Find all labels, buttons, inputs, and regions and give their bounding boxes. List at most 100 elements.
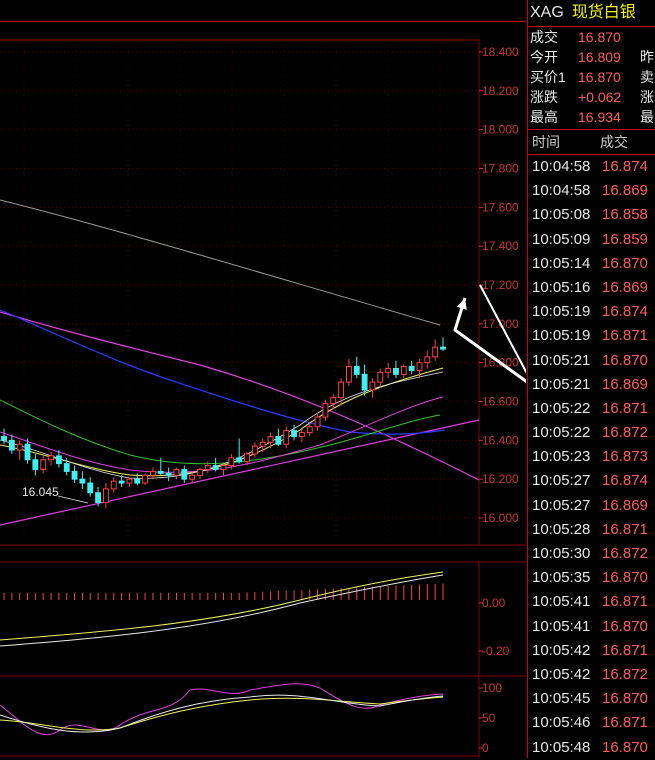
candle-body — [197, 468, 203, 476]
tick-row[interactable]: 10:05:27 16.874 — [528, 469, 655, 493]
candle-body — [118, 480, 125, 484]
candle-body — [236, 457, 243, 463]
tick-time: 10:05:09 — [532, 230, 591, 248]
tick-time: 10:05:21 — [532, 351, 591, 369]
quote-value: 16.934 — [578, 109, 621, 125]
tick-time: 10:05:45 — [532, 690, 591, 708]
tick-row[interactable]: 10:05:45 16.870 — [528, 687, 655, 711]
ma-gray-line — [0, 199, 441, 326]
ticks-header: 时间 成交 — [528, 130, 655, 155]
tick-price: 16.870 — [602, 569, 648, 587]
tick-time: 10:05:35 — [532, 569, 591, 587]
candle-body — [165, 472, 172, 476]
quote-row: 最高 16.934 最 — [528, 107, 655, 127]
tick-row[interactable]: 10:05:22 16.872 — [528, 421, 655, 445]
kline-chart-area[interactable]: 18.400 18.200 18.000 17.800 17.600 17.400 17.2… — [0, 0, 526, 758]
tick-price: 16.870 — [602, 617, 648, 635]
ticks-header-price: 成交 — [600, 134, 628, 150]
low-annotation-pointer — [57, 495, 89, 504]
price-axis-label: 16.600 — [482, 395, 519, 409]
candle-body — [181, 468, 188, 480]
tick-row[interactable]: 10:05:08 16.858 — [528, 203, 655, 227]
tick-row[interactable]: 10:05:21 16.870 — [528, 349, 655, 373]
tick-row[interactable]: 10:05:41 16.871 — [528, 590, 655, 614]
candle-body — [95, 492, 102, 503]
tick-row[interactable]: 10:05:23 16.873 — [528, 445, 655, 469]
tick-row[interactable]: 10:04:58 16.869 — [528, 179, 655, 203]
candle-body — [267, 435, 274, 443]
chart-canvas[interactable]: 18.400 18.200 18.000 17.800 17.600 17.400 17.2… — [0, 0, 526, 758]
macd-dea-line — [0, 571, 444, 641]
candle-body — [393, 367, 399, 375]
tick-row[interactable]: 10:05:48 16.870 — [528, 736, 655, 760]
tick-row[interactable]: 10:05:14 16.870 — [528, 252, 655, 276]
quote-label-secondary: 昨 — [640, 49, 654, 65]
tick-time: 10:05:19 — [532, 327, 591, 345]
price-axis-label: 18.400 — [482, 45, 519, 59]
macd-dif-line — [0, 574, 444, 647]
tick-time: 10:05:46 — [532, 714, 591, 732]
tick-price: 16.872 — [602, 545, 648, 562]
tick-time: 10:05:42 — [532, 641, 591, 659]
tick-row[interactable]: 10:05:09 16.859 — [528, 228, 655, 252]
candle-body — [440, 346, 446, 350]
tick-row[interactable]: 10:05:19 16.871 — [528, 324, 655, 348]
tick-row[interactable]: 10:05:30 16.872 — [528, 542, 655, 566]
tick-row[interactable]: 10:05:16 16.869 — [528, 276, 655, 300]
tick-time: 10:05:16 — [532, 278, 591, 296]
tick-row[interactable]: 10:05:35 16.870 — [528, 566, 655, 590]
candle-body — [220, 465, 227, 470]
tick-time: 10:04:58 — [532, 182, 591, 200]
tick-time: 10:05:22 — [532, 424, 591, 442]
candle-body — [345, 366, 352, 383]
candle-body — [87, 482, 94, 494]
candle-body — [330, 397, 337, 404]
tick-time: 10:05:41 — [532, 617, 591, 635]
tick-price: 16.872 — [602, 424, 648, 442]
tick-row[interactable]: 10:05:19 16.874 — [528, 300, 655, 324]
candle-body — [126, 478, 133, 484]
tick-time: 10:05:30 — [532, 545, 591, 562]
tick-price: 16.870 — [602, 254, 648, 272]
tick-price: 16.874 — [602, 303, 648, 321]
candle-body — [275, 435, 282, 445]
quote-row: 买价1 16.870 卖 — [528, 67, 655, 87]
candle-body — [424, 356, 431, 364]
tick-row[interactable]: 10:05:46 16.871 — [528, 711, 655, 735]
tick-price: 16.869 — [602, 375, 648, 393]
candle-body — [24, 443, 31, 461]
tick-row[interactable]: 10:04:58 16.874 — [528, 155, 655, 179]
tick-price: 16.871 — [602, 714, 648, 732]
candle-body — [314, 416, 321, 428]
quote-block: 成交 16.870 今开 16.809 昨买价1 16.870 卖涨跌 +0.062 涨最高 16… — [528, 26, 655, 130]
tick-row[interactable]: 10:05:27 16.869 — [528, 494, 655, 518]
tick-price: 16.870 — [602, 690, 648, 708]
quote-label-secondary: 卖 — [640, 69, 654, 85]
tick-time: 10:05:23 — [532, 448, 591, 466]
price-axis-label: 17.600 — [482, 200, 519, 214]
instrument-name: 现货白银 — [571, 4, 636, 21]
quote-panel: XAG 现货白银 成交 16.870 今开 16.809 昨买价1 16.870 卖涨跌 +0.… — [527, 0, 655, 758]
quote-label: 今开 — [530, 49, 558, 65]
candle-body — [291, 430, 297, 437]
candle-body — [102, 488, 109, 503]
quote-value: 16.809 — [578, 49, 621, 65]
tick-time: 10:05:22 — [532, 399, 591, 417]
ticks-list[interactable]: 10:04:58 16.874 10:04:58 16.869 10:05:08 16.8… — [528, 155, 655, 760]
tick-price: 16.859 — [602, 230, 648, 248]
tick-row[interactable]: 10:05:42 16.871 — [528, 639, 655, 663]
tick-row[interactable]: 10:05:42 16.872 — [528, 663, 655, 687]
price-axis-label: 17.200 — [482, 278, 519, 292]
tick-row[interactable]: 10:05:28 16.871 — [528, 518, 655, 542]
tick-row[interactable]: 10:05:41 16.870 — [528, 615, 655, 639]
quote-label-secondary: 最 — [640, 109, 654, 125]
tick-row[interactable]: 10:05:21 16.869 — [528, 373, 655, 397]
price-axis-label: 18.200 — [482, 84, 519, 98]
quote-label: 成交 — [530, 29, 558, 45]
tick-price: 16.874 — [602, 472, 648, 490]
candle-body — [408, 366, 415, 371]
quote-row: 今开 16.809 昨 — [528, 47, 655, 67]
quote-value: +0.062 — [578, 89, 622, 105]
tick-row[interactable]: 10:05:22 16.871 — [528, 397, 655, 421]
candle-body — [134, 478, 141, 484]
